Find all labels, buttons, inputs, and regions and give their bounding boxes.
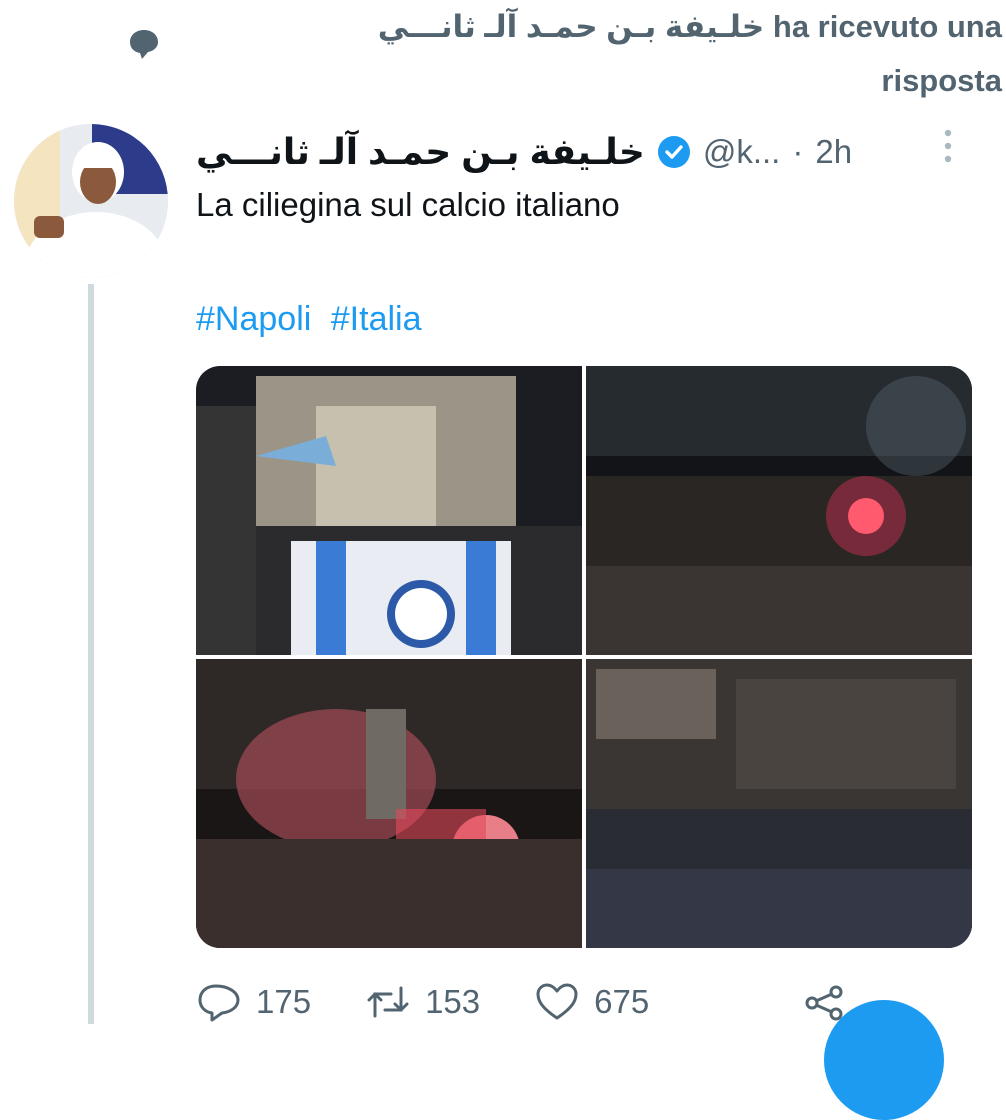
photo-crowd-flares-icon <box>586 366 972 655</box>
more-options-icon[interactable] <box>939 126 957 166</box>
hashtag-italia[interactable]: #Italia <box>331 300 422 338</box>
media-grid[interactable] <box>196 366 972 948</box>
hashtags: #Napoli #Italia <box>196 300 432 339</box>
photo-statue-flares-icon <box>196 659 582 948</box>
tweet-header: خلـيفة بـن حمـد آلـ ثانـــي @k... · 2h <box>196 122 956 182</box>
compose-fab[interactable] <box>824 1000 944 1120</box>
like-button[interactable]: 675 <box>534 982 649 1022</box>
reply-button[interactable]: 175 <box>196 982 311 1022</box>
photo-crowd-square-icon <box>586 659 972 948</box>
retweet-button[interactable]: 153 <box>365 982 480 1022</box>
photo-fans-flag[interactable] <box>196 366 582 655</box>
retweet-count: 153 <box>425 983 481 1020</box>
thread-line <box>88 284 94 1024</box>
tweet-text: La ciliegina sul calcio italiano <box>196 186 620 223</box>
hashtag-napoli[interactable]: #Napoli <box>196 300 311 338</box>
separator-dot: · <box>792 133 804 170</box>
reply-count: 175 <box>256 983 312 1020</box>
reply-bubble-icon <box>130 30 158 59</box>
photo-fans-flag-icon <box>196 366 582 655</box>
share-icon[interactable] <box>802 984 846 1022</box>
photo-crowd-flares[interactable] <box>586 366 972 655</box>
heart-icon <box>536 983 578 1020</box>
display-name[interactable]: خلـيفة بـن حمـد آلـ ثانـــي <box>196 131 645 173</box>
photo-statue-flares[interactable] <box>196 659 582 948</box>
photo-crowd-square[interactable] <box>586 659 972 948</box>
reply-header-text[interactable]: خلـيفة بـن حمـد آلـ ثانـــي ha ricevuto … <box>282 0 1002 108</box>
like-count: 675 <box>594 983 650 1020</box>
avatar[interactable] <box>14 124 168 278</box>
verified-badge-icon <box>657 136 690 168</box>
reply-icon <box>198 984 240 1022</box>
timestamp[interactable]: 2h <box>815 133 852 171</box>
action-bar: 175 153 675 <box>196 980 896 1024</box>
handle[interactable]: @k... <box>703 133 781 171</box>
retweet-icon <box>367 986 409 1018</box>
